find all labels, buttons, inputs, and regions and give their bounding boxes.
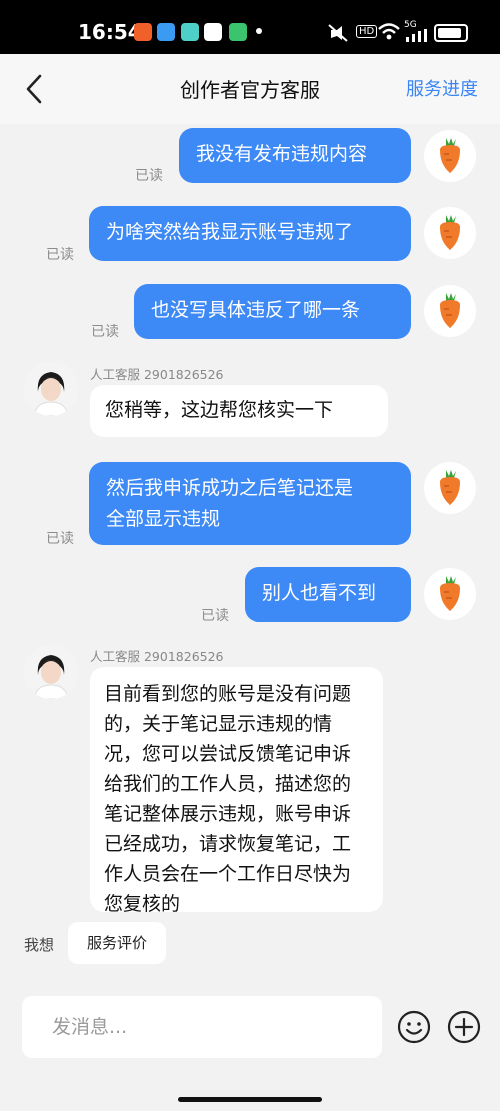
wechat-icon [204, 23, 222, 41]
notification-app-icon [229, 23, 247, 41]
status-time: 16:54 [78, 20, 142, 44]
message-bubble-incoming[interactable]: 目前看到您的账号是没有问题 的，关于笔记显示违规的情 况，您可以尝试反馈笔记申诉… [90, 667, 383, 915]
plus-icon[interactable] [447, 1010, 481, 1044]
gesture-area [0, 1090, 500, 1111]
agent-avatar-icon [24, 362, 78, 416]
user-avatar[interactable] [424, 568, 476, 620]
message-line: 笔记整体展示违规，账号申诉 [104, 803, 352, 825]
read-receipt: 已读 [91, 324, 119, 340]
more-notifications-dot [256, 28, 262, 34]
message-line: 您复核的 [104, 893, 181, 915]
home-indicator[interactable] [178, 1097, 322, 1102]
composer-bar [0, 978, 500, 1090]
carrot-avatar-icon [440, 215, 460, 250]
user-avatar[interactable] [424, 207, 476, 259]
carrot-avatar-icon [440, 138, 460, 173]
notification-app-icon [134, 23, 152, 41]
carrot-avatar-icon [440, 576, 460, 611]
status-bar: 16:54 HD 5G [0, 0, 500, 54]
carrot-avatar-icon [440, 470, 460, 505]
agent-avatar-icon [24, 645, 78, 699]
message-bubble-incoming[interactable]: 您稍等，这边帮您核实一下 [90, 385, 388, 437]
message-line: 已经成功，请求恢复笔记，工 [104, 833, 352, 855]
wifi-icon [378, 23, 400, 40]
carrot-avatar-icon [440, 293, 460, 328]
service-progress-link[interactable]: 服务进度 [406, 75, 478, 101]
user-avatar[interactable] [424, 285, 476, 337]
quick-reply-label: 我想 [24, 936, 55, 954]
message-line: 然后我申诉成功之后笔记还是 [106, 477, 354, 499]
message-line: 给我们的工作人员，描述您的 [104, 773, 352, 795]
user-avatar[interactable] [424, 130, 476, 182]
agent-name: 人工客服 2901826526 [90, 367, 224, 382]
message-bubble-outgoing[interactable]: 别人也看不到 [245, 567, 411, 622]
read-receipt: 已读 [46, 531, 74, 547]
message-line: 的，关于笔记显示违规的情 [104, 713, 333, 735]
hd-badge: HD [356, 25, 378, 38]
message-line: 况，您可以尝试反馈笔记申诉 [104, 743, 352, 765]
message-line: 全部显示违规 [106, 508, 221, 530]
service-rating-chip[interactable]: 服务评价 [68, 922, 166, 964]
agent-avatar[interactable] [24, 645, 78, 699]
notification-app-icon [157, 23, 175, 41]
message-input[interactable] [22, 996, 382, 1058]
message-bubble-outgoing[interactable]: 然后我申诉成功之后笔记还是 全部显示违规 [89, 462, 411, 545]
mute-icon [328, 24, 348, 42]
agent-avatar[interactable] [24, 362, 78, 416]
battery-level [438, 28, 462, 38]
user-avatar[interactable] [424, 462, 476, 514]
message-bubble-outgoing[interactable]: 也没写具体违反了哪一条 [134, 284, 411, 339]
battery-icon [434, 24, 468, 42]
read-receipt: 已读 [201, 608, 229, 624]
message-bubble-outgoing[interactable]: 我没有发布违规内容 [179, 128, 411, 183]
message-bubble-outgoing[interactable]: 为啥突然给我显示账号违规了 [89, 206, 411, 261]
read-receipt: 已读 [46, 247, 74, 263]
read-receipt: 已读 [135, 168, 163, 184]
signal-icon [406, 29, 427, 42]
message-line: 目前看到您的账号是没有问题 [104, 683, 352, 705]
agent-name: 人工客服 2901826526 [90, 649, 224, 664]
message-line: 作人员会在一个工作日尽快为 [104, 863, 352, 885]
emoji-icon[interactable] [397, 1010, 431, 1044]
chat-header: 创作者官方客服 服务进度 [0, 54, 500, 124]
notification-app-icon [181, 23, 199, 41]
